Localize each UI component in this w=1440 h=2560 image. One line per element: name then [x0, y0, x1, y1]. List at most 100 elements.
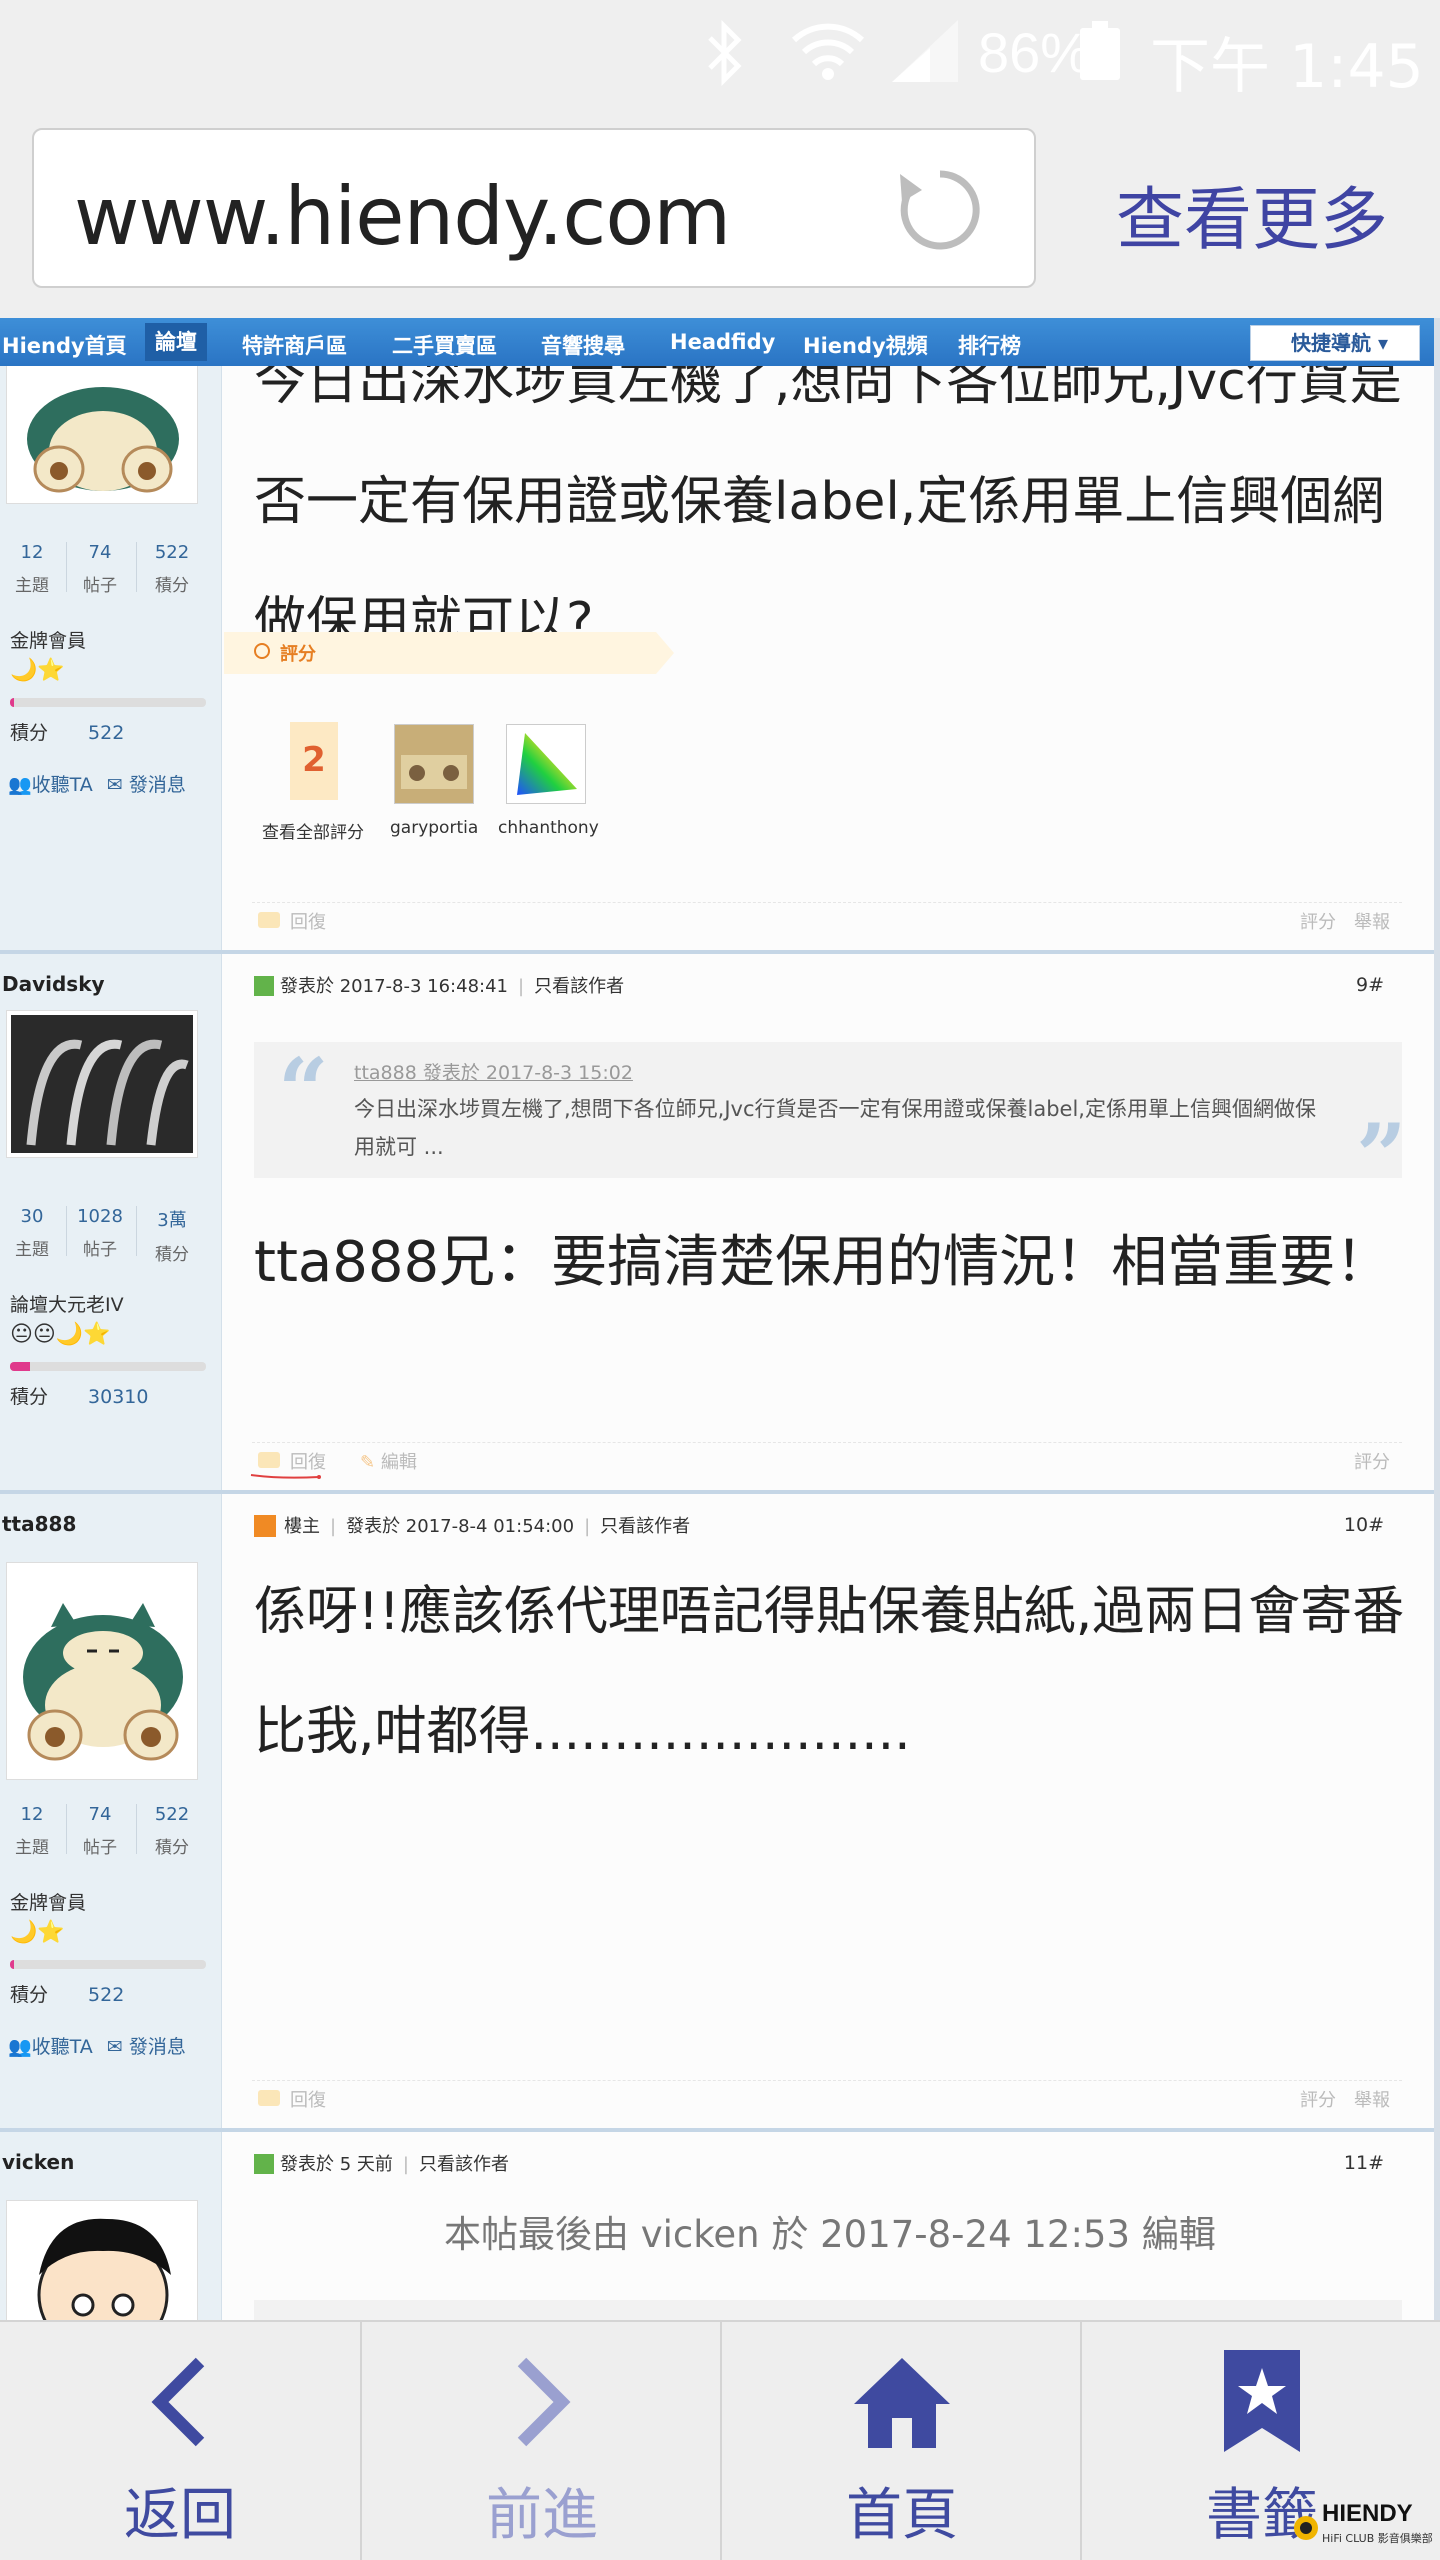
post9-quote: “ tta888 發表於 2017-8-3 15:02 今日出深水埗買左機了,想… — [254, 1038, 1407, 1208]
post8-rank[interactable]: 金牌會員 — [10, 626, 86, 653]
signal-icon — [892, 20, 958, 82]
quick-nav-label: 快捷導航 — [1291, 331, 1371, 355]
follow-link[interactable]: 收聽TA — [32, 774, 93, 796]
message-link[interactable]: 發消息 — [129, 2036, 186, 2058]
nav-forum[interactable]: 論壇 — [145, 323, 207, 361]
nav-audio-search[interactable]: 音響搜尋 — [541, 330, 625, 360]
stat-divider — [66, 1804, 67, 1854]
back-button[interactable]: 返回 — [0, 2322, 360, 2560]
divider — [252, 902, 1402, 903]
post9-reply-link[interactable]: 回復 — [258, 1448, 326, 1474]
post10-topics-stat[interactable]: 12 主題 — [0, 1804, 64, 1858]
follow-icon: 👥 — [8, 2036, 32, 2058]
post9-rank[interactable]: 論壇大元老IV — [10, 1290, 124, 1317]
post10-username[interactable]: tta888 — [2, 1512, 76, 1536]
post10-rank[interactable]: 金牌會員 — [10, 1888, 86, 1915]
nav-merchants[interactable]: 特許商戶區 — [242, 330, 347, 360]
reload-icon[interactable] — [894, 164, 986, 256]
mail-icon: ✉ — [106, 2036, 123, 2058]
post11-avatar[interactable] — [6, 2200, 198, 2320]
post10-floor[interactable]: 10# — [1344, 1514, 1384, 1536]
status-bar: 86% 下午 1:45 — [0, 0, 1440, 102]
only-author-link[interactable]: 只看該作者 — [600, 1516, 690, 1537]
nav-ranking[interactable]: 排行榜 — [958, 330, 1021, 360]
post10-posts-stat[interactable]: 74 帖子 — [68, 1804, 132, 1858]
red-annotation-mark — [250, 1474, 321, 1479]
post11-quote — [254, 2300, 1402, 2320]
snorlax-avatar-image — [11, 1567, 193, 1775]
url-text[interactable]: www.hiendy.com — [74, 170, 731, 263]
post10-report-link[interactable]: 舉報 — [1354, 2086, 1390, 2112]
post9-avatar[interactable] — [6, 1010, 198, 1158]
reply-icon — [258, 1452, 280, 1468]
online-status-icon — [254, 2154, 274, 2174]
bluetooth-icon — [708, 19, 742, 87]
post10-rate-link[interactable]: 評分 — [1300, 2086, 1336, 2112]
online-status-icon — [254, 976, 274, 996]
back-arrow-icon — [151, 2357, 205, 2447]
post11-floor[interactable]: 11# — [1344, 2152, 1384, 2174]
more-link[interactable]: 查看更多 — [1116, 164, 1388, 263]
bookmark-icon — [1224, 2350, 1300, 2452]
post9-rate-link[interactable]: 評分 — [1354, 1448, 1390, 1474]
divider — [252, 1442, 1402, 1443]
post11-edit-note: 本帖最後由 vicken 於 2017-8-24 12:53 編輯 — [444, 2213, 1216, 2256]
rater-avatar-chhanthony[interactable] — [506, 724, 586, 804]
post11-username[interactable]: vicken — [2, 2150, 74, 2174]
post9-topics-stat[interactable]: 30 主題 — [0, 1206, 64, 1260]
back-label: 返回 — [124, 2483, 236, 2548]
forum-page: 12 主題 74 帖子 522 積分 金牌會員 🌙⭐ 積分 522 👥收聽TA ✉ 發消… — [0, 366, 1434, 2320]
post10-points-stat[interactable]: 522 積分 — [140, 1804, 204, 1858]
rank-stars-icon: 🌙⭐ — [10, 658, 65, 683]
watermark-brand: HIENDY — [1322, 2500, 1413, 2527]
owner-label: 樓主 — [284, 1516, 320, 1537]
post10-points-row: 積分 522 — [10, 1984, 125, 2006]
nav-home[interactable]: Hiendy首頁 — [2, 330, 127, 360]
post8-rate-link[interactable]: 評分 — [1300, 908, 1336, 934]
post8-reply-link[interactable]: 回復 — [258, 908, 326, 934]
post9-points-stat[interactable]: 3萬 積分 — [140, 1206, 204, 1265]
hiendy-watermark-logo: HIENDY HiFi CLUB 影音俱樂部 — [1292, 2498, 1438, 2554]
post9-floor[interactable]: 9# — [1356, 974, 1384, 996]
rater-name[interactable]: chhanthony — [498, 818, 599, 838]
rater-avatar-garyportia[interactable] — [394, 724, 474, 804]
post8-avatar[interactable] — [6, 366, 198, 504]
rank-stars-icon: 🌙⭐ — [10, 1920, 65, 1945]
quote-text: 今日出深水埗買左機了,想問下各位師兄,Jvc行貨是否一定有保用證或保養label… — [354, 1097, 1316, 1159]
post8-report-link[interactable]: 舉報 — [1354, 908, 1390, 934]
message-link[interactable]: 發消息 — [129, 774, 186, 796]
view-all-ratings-link[interactable]: 查看全部評分 — [262, 818, 364, 843]
forward-button[interactable]: 前進 — [360, 2322, 720, 2560]
rating-icon — [254, 643, 270, 659]
nav-second-hand[interactable]: 二手買賣區 — [392, 330, 497, 360]
post8-points-stat[interactable]: 522 積分 — [140, 542, 204, 596]
post10-avatar[interactable] — [6, 1562, 198, 1780]
home-button[interactable]: 首頁 — [720, 2322, 1080, 2560]
post9-posts-stat[interactable]: 1028 帖子 — [68, 1206, 132, 1260]
rating-count-badge[interactable]: 2 — [290, 722, 338, 800]
stat-divider — [136, 542, 137, 592]
reply-icon — [258, 912, 280, 928]
post8-posts-stat[interactable]: 74 帖子 — [68, 542, 132, 596]
wifi-icon — [791, 23, 865, 80]
rater-name[interactable]: garyportia — [390, 818, 478, 838]
snorlax-avatar-image — [11, 366, 193, 497]
quote-header-link[interactable]: tta888 發表於 2017-8-3 15:02 — [354, 1058, 633, 1085]
mail-icon: ✉ — [106, 774, 123, 796]
post10-reply-link[interactable]: 回復 — [258, 2086, 326, 2112]
only-author-link[interactable]: 只看該作者 — [534, 976, 624, 997]
post9-edit-link[interactable]: ✎ 編輯 — [360, 1448, 417, 1474]
page-edge — [1434, 318, 1440, 2320]
address-bar[interactable]: www.hiendy.com — [32, 128, 1036, 288]
post9-text: tta888兄：要搞清楚保用的情況！相當重要！ — [254, 1230, 1392, 1295]
post8-actions: 👥收聽TA ✉ 發消息 — [8, 770, 186, 797]
post9-username[interactable]: Davidsky — [2, 972, 105, 996]
post8-topics-stat[interactable]: 12 主題 — [0, 542, 64, 596]
nav-headfidy[interactable]: Headfidy — [670, 330, 775, 354]
stat-divider — [66, 1206, 67, 1256]
only-author-link[interactable]: 只看該作者 — [419, 2154, 509, 2175]
follow-link[interactable]: 收聽TA — [32, 2036, 93, 2058]
nav-hiendy-video[interactable]: Hiendy視頻 — [803, 330, 928, 360]
quick-nav-dropdown[interactable]: 快捷導航 ▾ — [1250, 325, 1420, 361]
pencil-icon: ✎ — [360, 1452, 376, 1473]
